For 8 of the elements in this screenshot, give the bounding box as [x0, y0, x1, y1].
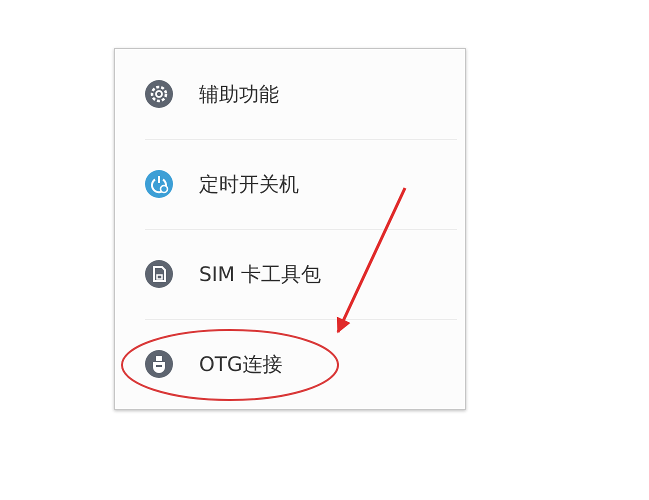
power-clock-icon [145, 170, 173, 198]
settings-item[interactable]: SIM 卡工具包 [115, 229, 465, 319]
sim-card-icon [145, 260, 173, 288]
settings-item[interactable]: 辅助功能 [115, 49, 465, 139]
settings-item[interactable]: 定时开关机 [115, 139, 465, 229]
usb-plug-icon [145, 350, 173, 378]
settings-item[interactable]: OTG连接 [115, 319, 465, 409]
gear-icon [145, 80, 173, 108]
